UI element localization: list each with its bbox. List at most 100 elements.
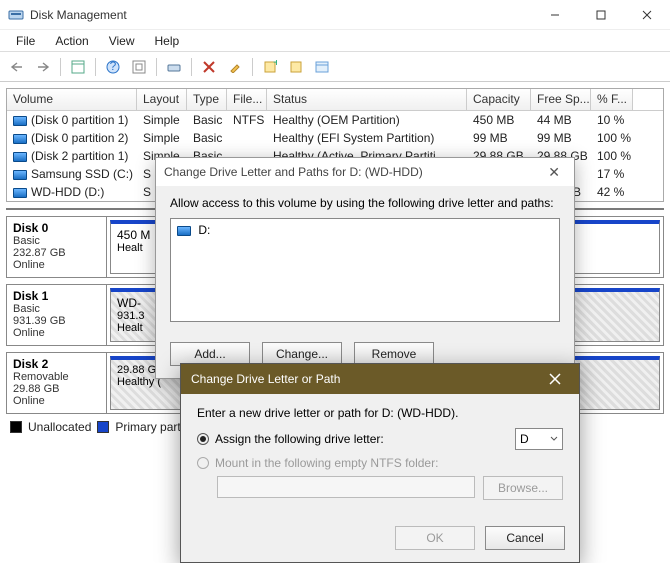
col-status[interactable]: Status — [267, 89, 467, 110]
disk-name: Disk 0 — [13, 221, 100, 235]
drive-icon — [177, 226, 191, 236]
rescan-button[interactable] — [163, 56, 185, 78]
mount-path-input — [217, 476, 475, 498]
volume-icon — [13, 116, 27, 126]
dialog-change-paths: Change Drive Letter and Paths for D: (WD… — [155, 157, 575, 379]
minimize-button[interactable] — [532, 0, 578, 30]
drive-letter-value: D — [520, 432, 529, 446]
new-button[interactable]: + — [259, 56, 281, 78]
disk-info: Disk 2Removable29.88 GBOnline — [7, 353, 107, 413]
col-type[interactable]: Type — [187, 89, 227, 110]
volume-icon — [13, 170, 27, 180]
dialog1-path-list[interactable]: D: — [170, 218, 560, 322]
cell-pfree: 100 % — [591, 148, 633, 164]
disk-state: Online — [13, 327, 100, 339]
col-filesystem[interactable]: File... — [227, 89, 267, 110]
forward-button[interactable] — [32, 56, 54, 78]
cell-type: Basic — [187, 130, 227, 146]
cell-capacity: 450 MB — [467, 112, 531, 128]
cell-free: 44 MB — [531, 112, 591, 128]
cell-capacity: 99 MB — [467, 130, 531, 146]
menu-view[interactable]: View — [99, 32, 145, 50]
disk-state: Online — [13, 395, 100, 407]
disk-name: Disk 2 — [13, 357, 100, 371]
menu-file[interactable]: File — [6, 32, 45, 50]
table-header: Volume Layout Type File... Status Capaci… — [7, 89, 663, 111]
cell-fs — [227, 137, 267, 139]
refresh-button[interactable] — [128, 56, 150, 78]
cell-layout: Simple — [137, 130, 187, 146]
svg-text:?: ? — [110, 60, 117, 73]
cell-pfree: 42 % — [591, 184, 633, 200]
list-button[interactable] — [311, 56, 333, 78]
menu-action[interactable]: Action — [45, 32, 98, 50]
help-button[interactable]: ? — [102, 56, 124, 78]
cancel-button[interactable]: Cancel — [485, 526, 565, 550]
col-capacity[interactable]: Capacity — [467, 89, 531, 110]
table-row[interactable]: (Disk 0 partition 1)SimpleBasicNTFSHealt… — [7, 111, 663, 129]
radio-mount-folder[interactable]: Mount in the following empty NTFS folder… — [197, 456, 563, 470]
legend-unalloc-color — [10, 421, 22, 433]
label-mount: Mount in the following empty NTFS folder… — [215, 456, 438, 470]
back-button[interactable] — [6, 56, 28, 78]
maximize-button[interactable] — [578, 0, 624, 30]
col-layout[interactable]: Layout — [137, 89, 187, 110]
cell-volume: WD-HDD (D:) — [31, 185, 104, 199]
legend-primary-color — [97, 421, 109, 433]
dialog1-close-icon[interactable]: ✕ — [542, 162, 566, 183]
cell-pfree: 100 % — [591, 130, 633, 146]
menu-help[interactable]: Help — [145, 32, 190, 50]
drive-letter-select[interactable]: D — [515, 428, 563, 450]
cell-volume: Samsung SSD (C:) — [31, 167, 133, 181]
close-button[interactable] — [624, 0, 670, 30]
disk-size: 232.87 GB — [13, 247, 100, 259]
cell-layout: Simple — [137, 112, 187, 128]
disk-type: Basic — [13, 235, 100, 247]
radio-dot-selected — [197, 433, 209, 445]
disk-type: Basic — [13, 303, 100, 315]
dialog-change-letter: Change Drive Letter or Path Enter a new … — [180, 363, 580, 563]
toolbar: ? + — [0, 52, 670, 82]
col-free[interactable]: Free Sp... — [531, 89, 591, 110]
disk-size: 931.39 GB — [13, 315, 100, 327]
dialog1-instruction: Allow access to this volume by using the… — [170, 196, 560, 210]
col-pfree[interactable]: % F... — [591, 89, 633, 110]
show-hide-button[interactable] — [67, 56, 89, 78]
chevron-down-icon — [550, 436, 558, 442]
dialog1-titlebar[interactable]: Change Drive Letter and Paths for D: (WD… — [156, 158, 574, 186]
cell-volume: (Disk 2 partition 1) — [31, 149, 128, 163]
cell-type: Basic — [187, 112, 227, 128]
cell-status: Healthy (EFI System Partition) — [267, 130, 467, 146]
dialog2-prompt: Enter a new drive letter or path for D: … — [197, 406, 563, 420]
ok-button: OK — [395, 526, 475, 550]
disk-type: Removable — [13, 371, 100, 383]
cell-volume: (Disk 0 partition 1) — [31, 113, 128, 127]
window-titlebar: Disk Management — [0, 0, 670, 30]
disk-name: Disk 1 — [13, 289, 100, 303]
window-title: Disk Management — [30, 8, 532, 22]
menu-bar: File Action View Help — [0, 30, 670, 52]
dialog2-title: Change Drive Letter or Path — [191, 372, 340, 386]
disk-info: Disk 1Basic931.39 GBOnline — [7, 285, 107, 345]
disk-state: Online — [13, 259, 100, 271]
cell-pfree: 17 % — [591, 166, 633, 182]
legend-unalloc: Unallocated — [28, 420, 91, 434]
dialog1-entry: D: — [198, 223, 210, 237]
volume-icon — [13, 134, 27, 144]
radio-dot-unselected — [197, 457, 209, 469]
dialog1-title: Change Drive Letter and Paths for D: (WD… — [164, 165, 423, 179]
cell-pfree: 10 % — [591, 112, 633, 128]
delete-icon[interactable] — [198, 56, 220, 78]
svg-text:+: + — [273, 60, 277, 69]
dialog2-close-icon[interactable] — [541, 368, 569, 390]
dialog2-titlebar[interactable]: Change Drive Letter or Path — [181, 364, 579, 394]
properties-icon[interactable] — [224, 56, 246, 78]
table-row[interactable]: (Disk 0 partition 2)SimpleBasicHealthy (… — [7, 129, 663, 147]
col-volume[interactable]: Volume — [7, 89, 137, 110]
volume-icon — [13, 152, 27, 162]
radio-assign-letter[interactable]: Assign the following drive letter: D — [197, 428, 563, 450]
settings-button[interactable] — [285, 56, 307, 78]
disk-size: 29.88 GB — [13, 383, 100, 395]
volume-icon — [13, 188, 27, 198]
cell-fs: NTFS — [227, 112, 267, 128]
